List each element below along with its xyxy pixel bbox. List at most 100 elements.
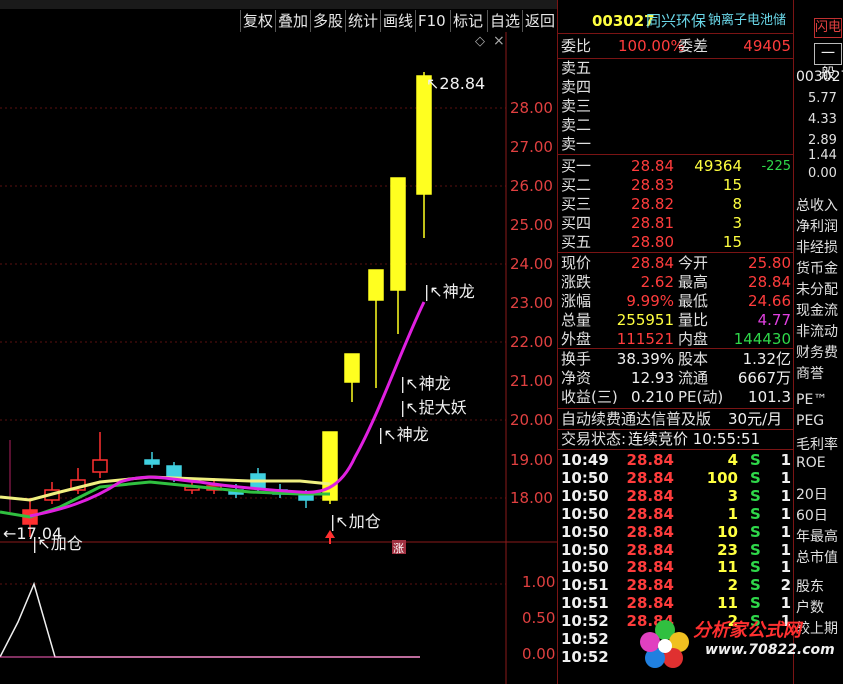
y-tick: 23.00 [510,294,553,312]
tick-price: 28.84 [626,504,674,523]
finance-row: 换手 38.39% 股本 1.32亿 [558,350,794,369]
fundamental-item[interactable]: 60日 [796,505,828,525]
fundamental-item[interactable]: 总市值 [796,547,838,567]
top-strip [0,0,557,9]
fundamental-item[interactable]: 股东 [796,576,824,596]
multi-stock-button[interactable]: 多股 [310,10,345,32]
watchlist-button[interactable]: 自选 [487,10,522,32]
quote-value: 111521 [616,330,674,348]
buy-level-row: 买四 28.81 3 [558,214,794,233]
fundamental-item[interactable]: 总收入 [796,195,838,215]
sell-level-label: 卖五 [561,59,592,77]
finance-row: 收益(三) 0.210 PE(动) 101.3 [558,388,794,407]
ad-text[interactable]: 自动续费通达信普及版 [561,410,711,429]
finance-value: 1.32亿 [742,350,791,368]
sell-level-label: 卖二 [561,116,592,134]
tick-price: 28.84 [626,522,674,541]
weibi-value: 100.00% [618,37,685,55]
tick-price: 28.84 [626,451,674,469]
fundamental-item[interactable]: 商誉 [796,363,824,383]
y-tick: 27.00 [510,138,553,156]
sell-level-row: 卖二 [558,116,794,135]
status-value: 连续竞价 10:55:51 [628,430,761,448]
zhang-marker: 涨 [393,542,404,555]
back-button[interactable]: 返回 [522,10,557,32]
quote-row: 涨跌 2.62 最高 28.84 [558,273,794,292]
fundamental-item[interactable]: 20日 [796,484,828,504]
f10-button[interactable]: F10 [415,10,448,32]
buy-level-price: 28.82 [631,195,674,213]
quote-label: 内盘 [678,330,709,348]
tick-row: 10:50 28.84 10 S 1 [558,523,794,542]
tick-row: 10:51 28.84 2 S 2 [558,576,794,595]
weibi-row: 委比 100.00% 委差 49405 [558,37,794,56]
finance-label: 流通 [678,369,709,387]
kline-chart[interactable] [0,32,557,684]
tick-row: 10:50 28.84 1 S 1 [558,505,794,524]
tick-count: 1 [780,558,791,577]
candle-body [92,459,108,473]
y-tick: 22.00 [510,333,553,351]
tick-volume: 11 [717,558,738,577]
fundamental-item[interactable]: 非流动 [796,321,838,341]
fundamental-item[interactable]: ROE [796,455,826,471]
tick-price: 28.84 [626,576,674,595]
fundamental-item[interactable]: 财务费 [796,342,838,362]
mini-tick: 2.89 [808,133,837,148]
sell-level-label: 卖四 [561,78,592,96]
quote-row: 外盘 111521 内盘 144430 [558,330,794,349]
quote-label: 最低 [678,292,709,310]
y-tick: 24.00 [510,255,553,273]
sell-level-row: 卖一 [558,135,794,154]
mini-tick: 0.00 [808,166,837,181]
quote-value: 2.62 [640,273,674,291]
fundamental-item[interactable]: 现金流 [796,300,838,320]
flash-tab[interactable]: 闪电 [814,18,842,38]
buy-level-volume: 3 [732,214,742,232]
tick-time: 10:52 [561,647,609,666]
candle-body [390,177,406,291]
quote-row: 涨幅 9.99% 最低 24.66 [558,292,794,311]
fundamental-item[interactable]: 未分配 [796,279,838,299]
mini-tick: 4.33 [808,112,837,127]
buy-level-volume: 15 [722,176,742,194]
candle-body [368,269,384,301]
fundamental-item[interactable]: 非经损 [796,237,838,257]
statistics-button[interactable]: 统计 [345,10,380,32]
flower-logo [640,620,689,668]
high-price-label: ↖28.84 [426,74,486,93]
quote-value: 25.80 [748,254,791,272]
signal-label: |↖神龙 [400,374,451,393]
fundamental-item[interactable]: 毛利率 [796,434,838,454]
fundamental-item[interactable]: 货币金 [796,258,838,278]
fundamental-item[interactable]: PE™ [796,392,827,408]
overlay-button[interactable]: 叠加 [275,10,310,32]
chart-toolbar: 复权 叠加 多股 统计 画线 F10 标记 自选 返回 [0,10,557,32]
fundamental-item[interactable]: 净利润 [796,216,838,236]
tick-side: S [750,468,761,487]
fundamental-item[interactable]: PEG [796,413,824,429]
quote-value: 144430 [733,330,791,348]
signal-spike-line [0,581,420,658]
y-tick: 26.00 [510,177,553,195]
draw-line-button[interactable]: 画线 [380,10,415,32]
quote-label: 现价 [561,254,592,272]
mark-button[interactable]: 标记 [450,10,485,32]
buy-level-volume: 8 [732,195,742,213]
ad-row[interactable]: 自动续费通达信普及版 30元/月 [558,410,794,429]
tick-time: 10:50 [561,540,609,559]
quote-value: 28.84 [631,254,674,272]
tick-volume: 4 [727,451,738,469]
watermark-site: 分析家公式网 [693,620,801,641]
fundamental-item[interactable]: 年最高 [796,526,838,546]
sell-level-row: 卖三 [558,97,794,116]
quote-value: 255951 [616,311,674,329]
tick-time: 10:51 [561,594,609,613]
mode-select[interactable]: 一般 [814,43,842,82]
fuquan-button[interactable]: 复权 [240,10,275,32]
tick-count: 1 [780,504,791,523]
tick-price: 28.84 [626,558,674,577]
tick-side: S [750,451,761,469]
finance-row: 净资 12.93 流通 6667万 [558,369,794,388]
tick-time: 10:50 [561,468,609,487]
